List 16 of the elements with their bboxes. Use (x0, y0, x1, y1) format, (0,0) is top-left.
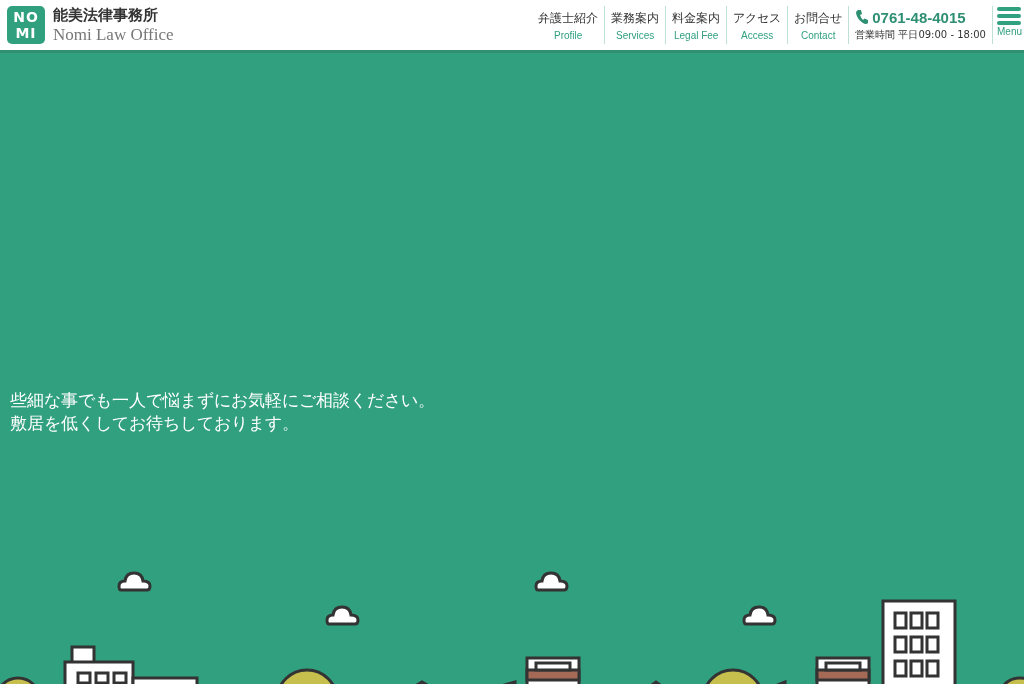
cloud-icon (117, 571, 152, 592)
hero-message: 些細な事でも一人で悩まずにお気軽にご相談ください。 敷居を低くしてお待ちしております。 (10, 389, 436, 435)
nav-link[interactable]: 弁護士紹介 Profile (532, 6, 606, 44)
nav-link[interactable]: 業務案内 Services (605, 6, 667, 44)
nav-link[interactable]: 料金案内 Legal Fee (666, 6, 728, 44)
site-subtitle: Nomi Law Office (53, 24, 174, 45)
business-hours: 営業時間 平日09:00 - 18:00 (855, 27, 986, 42)
cloud-icon (534, 571, 569, 592)
phone-number[interactable]: 0761-48-4015 (872, 8, 966, 26)
cloud-icon (742, 605, 777, 626)
cloud-icon (325, 605, 360, 626)
phone-icon (855, 9, 870, 25)
site-title: 能美法律事務所 (53, 5, 159, 25)
nav-link[interactable]: アクセス Access (727, 6, 789, 44)
menu-icon (997, 6, 1022, 26)
nav-link[interactable]: お問合せ Contact (788, 6, 850, 44)
